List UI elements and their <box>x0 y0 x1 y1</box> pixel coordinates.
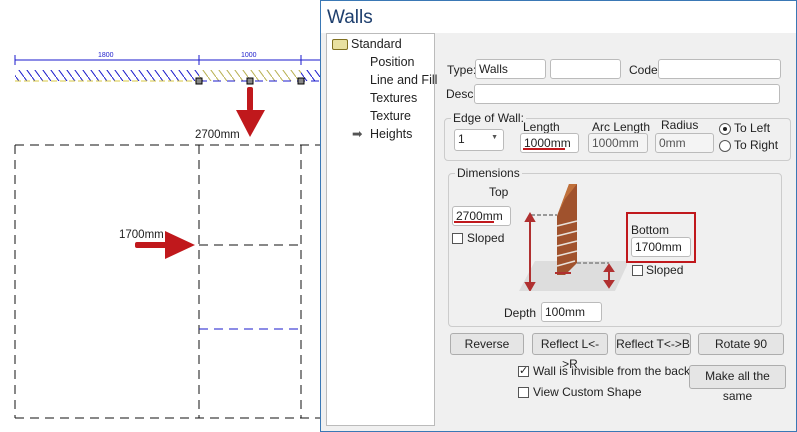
top-label: Top <box>489 185 509 199</box>
top-sloped-label[interactable]: Sloped <box>467 231 504 245</box>
to-left-radio[interactable] <box>719 123 731 135</box>
dialog-title: Walls <box>327 7 373 28</box>
desc-input[interactable] <box>474 84 780 104</box>
bottom-sloped-checkbox[interactable] <box>632 265 643 276</box>
reverse-button[interactable]: Reverse <box>450 333 524 355</box>
arrow-right-icon: ➡ <box>352 127 363 141</box>
invisible-from-back-label[interactable]: Wall is invisible from the back <box>533 364 690 378</box>
dimension-label: 1000 <box>241 52 257 59</box>
bottom-height-input[interactable]: 1700mm <box>631 237 691 257</box>
length-input[interactable]: 1000mm <box>520 133 579 153</box>
tree-item-standard[interactable]: Standard <box>351 37 402 51</box>
arc-length-label: Arc Length <box>592 120 651 134</box>
rotate-90-button[interactable]: Rotate 90 <box>698 333 784 355</box>
to-right-label[interactable]: To Right <box>734 138 778 152</box>
down-arrow-icon <box>236 87 265 137</box>
walls-dialog: Walls Standard Position Line and Fill Te… <box>320 0 797 432</box>
edge-value: 1 <box>458 132 465 146</box>
edge-of-wall-caption: Edge of Wall: <box>451 111 526 125</box>
top-height-label: 2700mm <box>195 129 240 141</box>
edge-select[interactable]: 1 ▼ <box>454 129 504 151</box>
wall-segment[interactable] <box>15 70 199 81</box>
view-custom-shape-checkbox[interactable] <box>518 387 529 398</box>
radius-input[interactable]: 0mm <box>655 133 714 153</box>
radius-label: Radius <box>661 118 699 132</box>
title-bar: Walls <box>321 1 796 33</box>
code-input[interactable] <box>658 59 781 79</box>
depth-input[interactable]: 100mm <box>541 302 602 322</box>
make-all-same-button[interactable]: Make all the same <box>689 365 786 403</box>
to-right-radio[interactable] <box>719 140 731 152</box>
dimension-line <box>14 55 320 65</box>
type-input[interactable]: Walls <box>475 59 546 79</box>
type-label: Type: <box>447 63 477 77</box>
depth-label: Depth <box>504 306 537 320</box>
view-custom-shape-label[interactable]: View Custom Shape <box>533 385 642 399</box>
bottom-sloped-label[interactable]: Sloped <box>646 263 683 277</box>
top-sloped-checkbox[interactable] <box>452 233 463 244</box>
plan-canvas[interactable] <box>0 0 320 432</box>
wall-height-diagram-icon <box>519 184 627 291</box>
to-left-label[interactable]: To Left <box>734 121 770 135</box>
dimension-label: 1800 <box>98 52 114 59</box>
tree-item-heights[interactable]: Heights <box>370 127 412 141</box>
tree-item-line-and-fill[interactable]: Line and Fill <box>370 73 437 87</box>
arc-length-input[interactable]: 1000mm <box>588 133 648 153</box>
bottom-label: Bottom <box>631 223 670 237</box>
length-label: Length <box>523 120 560 134</box>
elevation-outline <box>14 144 320 419</box>
chevron-down-icon: ▼ <box>491 134 498 141</box>
type-secondary-input[interactable] <box>550 59 621 79</box>
highlight-underline <box>454 221 494 223</box>
desc-label: Desc: <box>446 87 477 101</box>
folder-icon <box>332 39 348 50</box>
invisible-from-back-checkbox[interactable] <box>518 364 529 377</box>
reflect-lr-button[interactable]: Reflect L<->R <box>532 333 608 371</box>
highlight-underline <box>523 148 565 150</box>
tree-item-texture[interactable]: Texture <box>370 109 411 123</box>
top-height-input[interactable]: 2700mm <box>452 206 511 226</box>
tree-item-position[interactable]: Position <box>370 55 414 69</box>
dimensions-caption: Dimensions <box>455 166 522 180</box>
tree-item-textures[interactable]: Textures <box>370 91 417 105</box>
reflect-tb-button[interactable]: Reflect T<->B <box>615 333 691 355</box>
bottom-height-label: 1700mm <box>119 229 164 241</box>
code-label: Code: <box>629 63 662 77</box>
settings-tree: Standard Position Line and Fill Textures… <box>326 33 437 426</box>
